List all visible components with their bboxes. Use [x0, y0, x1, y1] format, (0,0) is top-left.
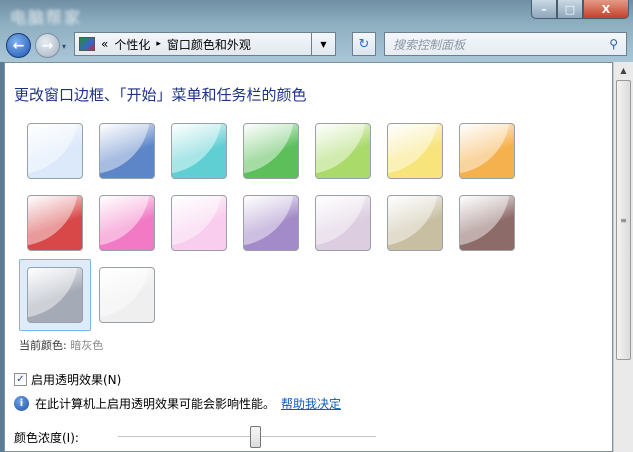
color-swatch-lime[interactable] [315, 123, 371, 179]
page-title: 更改窗口边框、「开始」菜单和任务栏的颜色 [14, 86, 307, 104]
color-swatch-lavender[interactable] [315, 195, 371, 251]
color-swatch-chocolate[interactable] [459, 195, 515, 251]
grip-icon: ≡ [620, 215, 627, 225]
color-swatch-fuchsia[interactable] [99, 195, 155, 251]
scroll-up-button[interactable]: ▲ [614, 62, 633, 79]
address-bar[interactable]: « 个性化 ▸ 窗口颜色和外观 [74, 32, 312, 56]
back-button[interactable]: ← [6, 33, 31, 58]
content-pane [4, 62, 613, 452]
color-swatch-lemon[interactable] [387, 123, 443, 179]
color-swatch-slate[interactable] [27, 267, 83, 323]
color-swatch-sea[interactable] [171, 123, 227, 179]
color-swatch-taupe[interactable] [387, 195, 443, 251]
search-placeholder: 搜索控制面板 [393, 37, 466, 52]
intensity-label: 颜色浓度(I): [14, 431, 79, 445]
color-swatch-sky[interactable] [27, 123, 83, 179]
checkbox-icon[interactable]: ✓ [14, 373, 27, 386]
current-color-label: 当前颜色: [19, 339, 67, 352]
info-message: i 在此计算机上启用透明效果可能会影响性能。 帮助我决定 [14, 395, 341, 412]
help-me-decide-link[interactable]: 帮助我决定 [281, 395, 341, 412]
control-panel-icon [79, 37, 95, 51]
current-color-value: 暗灰色 [70, 339, 104, 352]
transparency-checkbox[interactable]: ✓ 启用透明效果(N) [14, 371, 121, 388]
info-icon: i [14, 396, 29, 411]
vertical-scrollbar[interactable]: ▲ ≡ [613, 62, 633, 452]
breadcrumb-window-color[interactable]: 窗口颜色和外观 [167, 36, 251, 53]
scroll-thumb[interactable]: ≡ [616, 80, 631, 360]
recent-pages-dropdown[interactable]: ▾ [62, 42, 66, 51]
close-button[interactable]: X [583, 0, 629, 19]
breadcrumb-overflow[interactable]: « [101, 37, 108, 51]
refresh-button[interactable]: ↻ [352, 32, 376, 56]
color-swatch-blush[interactable] [171, 195, 227, 251]
search-input[interactable]: 搜索控制面板 ⚲ [384, 32, 627, 56]
breadcrumb-separator-icon[interactable]: ▸ [156, 39, 161, 49]
info-text: 在此计算机上启用透明效果可能会影响性能。 [35, 397, 276, 411]
intensity-slider-track[interactable] [118, 436, 376, 438]
intensity-slider-thumb[interactable] [249, 426, 261, 448]
current-color: 当前颜色: 暗灰色 [19, 337, 103, 353]
blurred-title: 电脑帮家 [10, 8, 83, 27]
breadcrumb-personalization[interactable]: 个性化 [114, 36, 150, 53]
minimize-button[interactable]: – [531, 0, 557, 19]
search-icon[interactable]: ⚲ [609, 37, 618, 51]
color-swatch-leaf[interactable] [243, 123, 299, 179]
color-swatch-violet[interactable] [243, 195, 299, 251]
transparency-label[interactable]: 启用透明效果(N) [31, 371, 121, 388]
address-dropdown-button[interactable]: ▼ [312, 32, 336, 56]
forward-button[interactable]: → [35, 33, 60, 58]
color-swatch-twilight[interactable] [99, 123, 155, 179]
maximize-button[interactable]: □ [557, 0, 583, 19]
color-swatch-ruby[interactable] [27, 195, 83, 251]
color-swatch-frost[interactable] [99, 267, 155, 323]
color-swatch-tangerine[interactable] [459, 123, 515, 179]
